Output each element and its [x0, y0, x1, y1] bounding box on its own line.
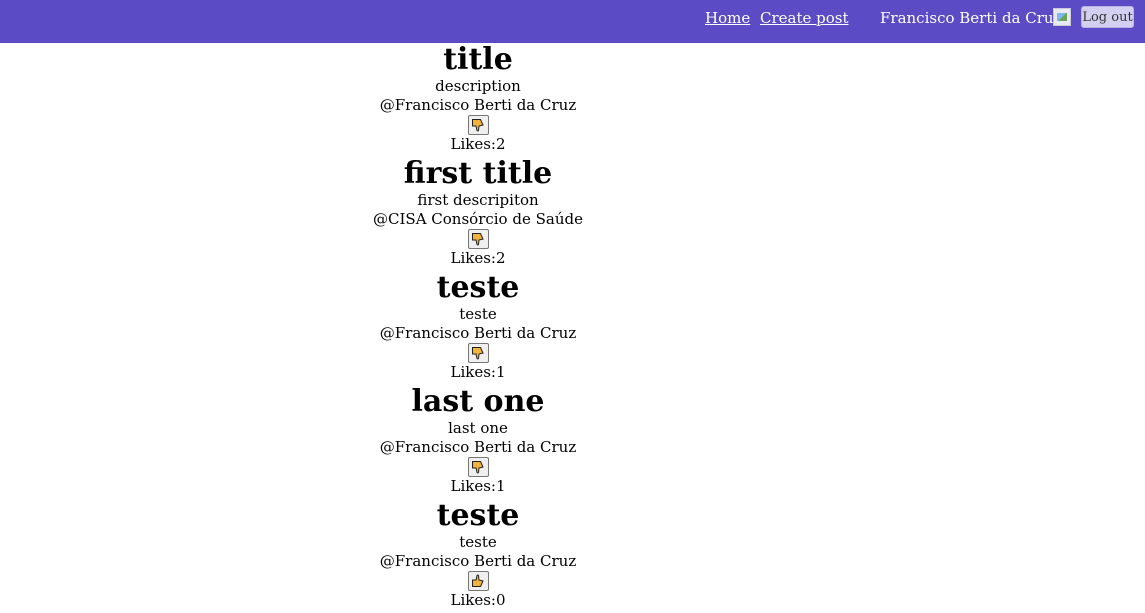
likes-label: Likes: — [450, 591, 496, 609]
post-author: @CISA Consórcio de Saúde — [373, 210, 583, 228]
likes-count: Likes:1 — [450, 477, 505, 496]
likes-label: Likes: — [450, 477, 496, 495]
like-button[interactable] — [467, 229, 489, 249]
likes-value: 1 — [495, 363, 506, 381]
post-description: teste — [459, 305, 497, 323]
post-card: last one last one @Francisco Berti da Cr… — [368, 385, 588, 499]
likes-value: 0 — [495, 591, 506, 609]
likes-count: Likes:1 — [450, 363, 505, 382]
nav-create-post-link[interactable]: Create post — [760, 9, 849, 27]
likes-count: Likes:2 — [450, 249, 505, 268]
likes-value: 2 — [495, 135, 506, 153]
post-feed: title description @Francisco Berti da Cr… — [368, 43, 588, 613]
like-button[interactable] — [467, 457, 489, 477]
likes-count: Likes:0 — [450, 591, 505, 610]
post-card: title description @Francisco Berti da Cr… — [368, 43, 588, 157]
thumbs-up-icon — [472, 574, 484, 587]
navbar: Home Create post Francisco Berti da Cruz… — [0, 0, 1145, 43]
post-author: @Francisco Berti da Cruz — [379, 96, 577, 114]
logout-button[interactable]: Log out — [1081, 6, 1134, 28]
post-description: description — [435, 77, 521, 95]
post-card: teste teste @Francisco Berti da Cruz Lik… — [368, 271, 588, 385]
thumbs-down-icon — [472, 233, 484, 246]
post-description: last one — [448, 419, 508, 437]
post-title: teste — [436, 270, 520, 305]
post-author: @Francisco Berti da Cruz — [379, 438, 577, 456]
post-title: title — [443, 42, 513, 77]
nav-home-link[interactable]: Home — [705, 9, 750, 27]
post-title: last one — [411, 384, 545, 419]
post-author: @Francisco Berti da Cruz — [379, 552, 577, 570]
likes-label: Likes: — [450, 135, 496, 153]
post-title: first title — [403, 156, 553, 191]
like-button[interactable] — [467, 343, 489, 363]
likes-value: 1 — [495, 477, 506, 495]
post-author: @Francisco Berti da Cruz — [379, 324, 577, 342]
thumbs-down-icon — [472, 119, 484, 132]
likes-label: Likes: — [450, 363, 496, 381]
post-card: teste teste @Francisco Berti da Cruz Lik… — [368, 499, 588, 613]
like-button[interactable] — [467, 571, 489, 591]
likes-value: 2 — [495, 249, 506, 267]
user-name: Francisco Berti da Cruz — [880, 9, 1062, 27]
thumbs-down-icon — [472, 461, 484, 474]
avatar[interactable] — [1053, 8, 1071, 26]
likes-count: Likes:2 — [450, 135, 505, 154]
likes-label: Likes: — [450, 249, 496, 267]
post-description: first descripiton — [417, 191, 539, 209]
post-title: teste — [436, 498, 520, 533]
like-button[interactable] — [467, 115, 489, 135]
post-description: teste — [459, 533, 497, 551]
post-card: first title first descripiton @CISA Cons… — [368, 157, 588, 271]
thumbs-down-icon — [472, 347, 484, 360]
